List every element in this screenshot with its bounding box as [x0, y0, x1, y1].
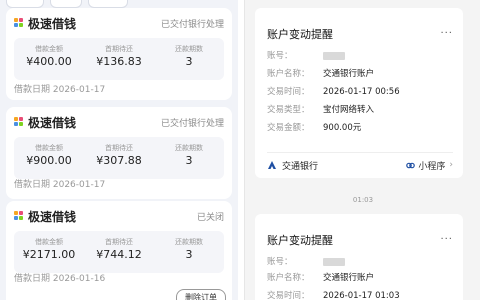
bank-logo-icon	[268, 161, 276, 169]
loan-card[interactable]: 极速借钱 已关闭 借款金额 ¥2171.00 首期待还 ¥744.12 还款期数 3 …	[6, 201, 232, 300]
more-options-icon[interactable]: ···	[440, 234, 453, 245]
filter-tab[interactable]	[50, 0, 82, 8]
message-row-type: 交易类型： 宝付网络转入	[267, 105, 375, 115]
notification-pane: 账户变动提醒 ··· 账号： 账户名称： 交通银行账户 交易时间： 2026-0…	[244, 0, 480, 300]
loan-status: 已交付银行处理	[160, 118, 224, 129]
chevron-right-icon: ›	[449, 160, 453, 170]
mini-program-icon	[406, 162, 416, 168]
stat-label-periods: 还款期数	[175, 144, 203, 152]
message-footer[interactable]: 交通银行 小程序 ›	[267, 152, 453, 177]
loan-date: 借款日期 2026-01-17	[14, 85, 106, 95]
message-row-account-name: 账户名称： 交通银行账户	[267, 273, 375, 283]
first-installment: ¥136.83	[96, 55, 142, 68]
loan-amount: ¥2171.00	[22, 248, 76, 261]
loan-title: 极速借钱	[28, 209, 77, 224]
mini-program-link[interactable]: 小程序 ›	[406, 159, 453, 172]
stat-label-first: 首期待还	[105, 238, 133, 246]
loan-card[interactable]: 极速借钱 已交付银行处理 借款金额 ¥400.00 首期待还 ¥136.83 还款期…	[6, 8, 232, 100]
account-change-message[interactable]: 账户变动提醒 ··· 账号： 账户名称： 交通银行账户 交易时间： 2026-0…	[255, 8, 463, 178]
message-title: 账户变动提醒	[267, 28, 333, 41]
repayment-periods: 3	[185, 154, 193, 167]
message-row-time: 交易时间： 2026-01-17 01:03	[267, 291, 400, 300]
loan-stats: 借款金额 ¥400.00 首期待还 ¥136.83 还款期数 3	[14, 38, 224, 80]
first-installment: ¥744.12	[96, 248, 142, 261]
first-installment: ¥307.88	[96, 154, 142, 167]
loan-status: 已交付银行处理	[160, 19, 224, 30]
message-title: 账户变动提醒	[267, 234, 333, 247]
loan-stats: 借款金额 ¥2171.00 首期待还 ¥744.12 还款期数 3	[14, 231, 224, 273]
repayment-periods: 3	[185, 248, 193, 261]
loan-amount: ¥900.00	[26, 154, 72, 167]
loan-stats: 借款金额 ¥900.00 首期待还 ¥307.88 还款期数 3	[14, 137, 224, 179]
stat-label-amount: 借款金额	[35, 144, 63, 152]
stat-label-amount: 借款金额	[35, 45, 63, 53]
stat-label-first: 首期待还	[105, 45, 133, 53]
loan-date: 借款日期 2026-01-17	[14, 180, 106, 190]
loan-product-logo-icon	[14, 211, 24, 221]
loan-title: 极速借钱	[28, 115, 77, 130]
account-change-message[interactable]: 账户变动提醒 ··· 账号： 账户名称： 交通银行账户 交易时间： 2026-0…	[255, 214, 463, 300]
repayment-periods: 3	[185, 55, 193, 68]
bank-name: 交通银行	[282, 161, 319, 172]
more-options-icon[interactable]: ···	[440, 28, 453, 39]
loan-date: 借款日期 2026-01-16	[14, 274, 106, 284]
filter-tab[interactable]	[6, 0, 44, 8]
message-row-account: 账号：	[267, 48, 453, 64]
message-row-amount: 交易金额： 900.00元	[267, 123, 362, 133]
stat-label-periods: 还款期数	[175, 45, 203, 53]
loan-status: 已关闭	[196, 212, 224, 223]
message-row-account-name: 账户名称： 交通银行账户	[267, 69, 375, 79]
masked-account-number	[323, 51, 345, 60]
stat-label-first: 首期待还	[105, 144, 133, 152]
filter-tab[interactable]	[88, 0, 128, 8]
message-timestamp: 01:03	[352, 196, 374, 204]
loan-product-logo-icon	[14, 117, 24, 127]
message-row-account: 账号：	[267, 254, 453, 270]
message-row-time: 交易时间： 2026-01-17 00:56	[267, 87, 400, 97]
stat-label-periods: 还款期数	[175, 238, 203, 246]
stat-label-amount: 借款金额	[35, 238, 63, 246]
loan-amount: ¥400.00	[26, 55, 72, 68]
loan-list-pane: 极速借钱 已交付银行处理 借款金额 ¥400.00 首期待还 ¥136.83 还款期…	[0, 0, 238, 300]
loan-card[interactable]: 极速借钱 已交付银行处理 借款金额 ¥900.00 首期待还 ¥307.88 还款期…	[6, 107, 232, 199]
delete-order-button[interactable]: 删除订单	[176, 289, 226, 300]
filter-tab-strip	[0, 0, 238, 8]
loan-product-logo-icon	[14, 18, 24, 28]
loan-title: 极速借钱	[28, 16, 77, 31]
mini-program-label: 小程序	[418, 161, 446, 172]
masked-account-number	[323, 257, 345, 266]
